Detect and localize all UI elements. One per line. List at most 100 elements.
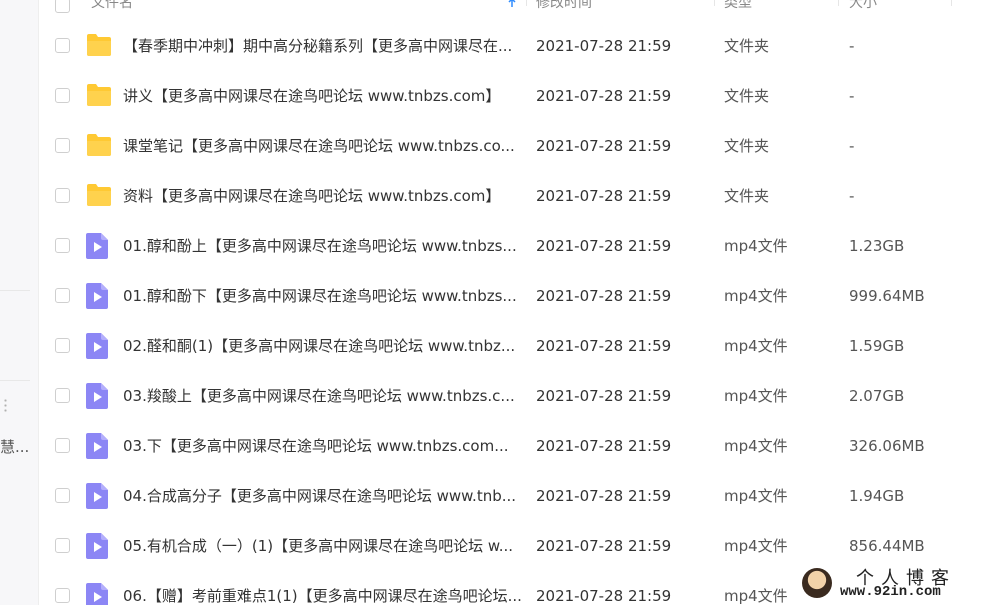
file-list: 文件名 修改时间 类型 大小 【春季期中冲刺】期中高分秘籍系列【更多高中网课尽在… <box>39 0 991 605</box>
folder-icon <box>86 33 111 59</box>
select-all-checkbox[interactable] <box>55 0 70 13</box>
file-size: 1.23GB <box>849 237 905 255</box>
video-file-icon <box>86 583 110 605</box>
sidebar-divider <box>0 290 30 291</box>
list-header: 文件名 修改时间 类型 大小 <box>39 0 991 20</box>
modified-date: 2021-07-28 21:59 <box>536 237 672 255</box>
file-name[interactable]: 课堂笔记【更多高中网课尽在途鸟吧论坛 www.tnbzs.co... <box>123 121 523 171</box>
file-name[interactable]: 01.醇和酚下【更多高中网课尽在途鸟吧论坛 www.tnbzs... <box>123 271 523 321</box>
video-file-icon <box>86 233 110 259</box>
video-file-icon <box>86 483 110 509</box>
table-row[interactable]: 04.合成高分子【更多高中网课尽在途鸟吧论坛 www.tnb... 2021-07… <box>39 471 991 521</box>
file-name[interactable]: 02.醛和酮(1)【更多高中网课尽在途鸟吧论坛 www.tnbz... <box>123 321 523 371</box>
folder-icon <box>86 183 111 209</box>
file-type: 文件夹 <box>724 187 770 205</box>
watermark-url: www.92in.com <box>840 584 941 600</box>
table-row[interactable]: 03.羧酸上【更多高中网课尽在途鸟吧论坛 www.tnbzs.c... 2021-… <box>39 371 991 421</box>
table-row[interactable]: 01.醇和酚上【更多高中网课尽在途鸟吧论坛 www.tnbzs... 2021-0… <box>39 221 991 271</box>
column-separator <box>526 0 527 6</box>
video-file-icon <box>86 283 110 309</box>
table-row[interactable]: 课堂笔记【更多高中网课尽在途鸟吧论坛 www.tnbzs.co... 2021-0… <box>39 121 991 171</box>
file-size: 1.94GB <box>849 487 905 505</box>
row-checkbox[interactable] <box>55 38 70 53</box>
file-size: - <box>849 137 855 155</box>
sort-arrow-icon[interactable] <box>507 0 517 8</box>
file-name[interactable]: 03.羧酸上【更多高中网课尽在途鸟吧论坛 www.tnbzs.c... <box>123 371 523 421</box>
video-file-icon <box>86 383 110 409</box>
table-row[interactable]: 【春季期中冲刺】期中高分秘籍系列【更多高中网课尽在... 2021-07-28 2… <box>39 21 991 71</box>
avatar <box>802 568 832 598</box>
row-checkbox[interactable] <box>55 588 70 603</box>
file-type: 文件夹 <box>724 37 770 55</box>
row-checkbox[interactable] <box>55 438 70 453</box>
file-type: mp4文件 <box>724 587 788 605</box>
modified-date: 2021-07-28 21:59 <box>536 487 672 505</box>
folder-icon <box>86 133 111 159</box>
row-checkbox[interactable] <box>55 88 70 103</box>
modified-date: 2021-07-28 21:59 <box>536 387 672 405</box>
column-header-type[interactable]: 类型 <box>724 0 752 20</box>
sidebar-item-label[interactable]: 慧... <box>0 436 30 457</box>
file-manager-window: 慧... 文件名 修改时间 类型 大小 【春季期中冲刺】期中高分秘籍系列【更多高… <box>0 0 991 605</box>
video-file-icon <box>86 533 110 559</box>
column-separator <box>838 0 839 6</box>
table-row[interactable]: 资料【更多高中网课尽在途鸟吧论坛 www.tnbzs.com】 2021-07-2… <box>39 171 991 221</box>
column-header-modified[interactable]: 修改时间 <box>536 0 592 20</box>
row-checkbox[interactable] <box>55 388 70 403</box>
column-header-name[interactable]: 文件名 <box>91 0 133 20</box>
file-name[interactable]: 01.醇和酚上【更多高中网课尽在途鸟吧论坛 www.tnbzs... <box>123 221 523 271</box>
row-checkbox[interactable] <box>55 288 70 303</box>
file-size: 1.59GB <box>849 337 905 355</box>
table-row[interactable]: 讲义【更多高中网课尽在途鸟吧论坛 www.tnbzs.com】 2021-07-2… <box>39 71 991 121</box>
column-header-size[interactable]: 大小 <box>849 0 877 20</box>
file-size: 2.07GB <box>849 387 905 405</box>
column-separator <box>951 0 952 6</box>
file-type: 文件夹 <box>724 87 770 105</box>
file-type: mp4文件 <box>724 287 788 305</box>
file-type: mp4文件 <box>724 387 788 405</box>
file-type: 文件夹 <box>724 137 770 155</box>
file-size: 999.64MB <box>849 287 925 305</box>
modified-date: 2021-07-28 21:59 <box>536 437 672 455</box>
video-file-icon <box>86 333 110 359</box>
row-checkbox[interactable] <box>55 338 70 353</box>
modified-date: 2021-07-28 21:59 <box>536 587 672 605</box>
file-name[interactable]: 05.有机合成（一）(1)【更多高中网课尽在途鸟吧论坛 w... <box>123 521 523 571</box>
folder-icon <box>86 83 111 109</box>
file-name[interactable]: 讲义【更多高中网课尽在途鸟吧论坛 www.tnbzs.com】 <box>123 71 523 121</box>
row-checkbox[interactable] <box>55 538 70 553</box>
table-row[interactable]: 01.醇和酚下【更多高中网课尽在途鸟吧论坛 www.tnbzs... 2021-0… <box>39 271 991 321</box>
row-checkbox[interactable] <box>55 138 70 153</box>
file-name[interactable]: 资料【更多高中网课尽在途鸟吧论坛 www.tnbzs.com】 <box>123 171 523 221</box>
row-checkbox[interactable] <box>55 238 70 253</box>
file-type: mp4文件 <box>724 537 788 555</box>
table-row[interactable]: 02.醛和酮(1)【更多高中网课尽在途鸟吧论坛 www.tnbz... 2021-… <box>39 321 991 371</box>
file-size: - <box>849 87 855 105</box>
modified-date: 2021-07-28 21:59 <box>536 337 672 355</box>
file-name[interactable]: 【春季期中冲刺】期中高分秘籍系列【更多高中网课尽在... <box>123 21 523 71</box>
file-size: - <box>849 37 855 55</box>
table-row[interactable]: 03.下【更多高中网课尽在途鸟吧论坛 www.tnbzs.com... 2021-… <box>39 421 991 471</box>
file-type: mp4文件 <box>724 437 788 455</box>
file-type: mp4文件 <box>724 337 788 355</box>
row-checkbox[interactable] <box>55 188 70 203</box>
file-type: mp4文件 <box>724 237 788 255</box>
blog-watermark: 个人博客 www.92in.com <box>796 562 991 605</box>
modified-date: 2021-07-28 21:59 <box>536 287 672 305</box>
file-name[interactable]: 04.合成高分子【更多高中网课尽在途鸟吧论坛 www.tnb... <box>123 471 523 521</box>
file-name[interactable]: 06.【赠】考前重难点1(1)【更多高中网课尽在途鸟吧论坛... <box>123 571 523 605</box>
modified-date: 2021-07-28 21:59 <box>536 537 672 555</box>
video-file-icon <box>86 433 110 459</box>
modified-date: 2021-07-28 21:59 <box>536 87 672 105</box>
column-separator <box>714 0 715 6</box>
sidebar: 慧... <box>0 0 39 605</box>
sidebar-resize-handle[interactable] <box>4 398 7 412</box>
row-checkbox[interactable] <box>55 488 70 503</box>
modified-date: 2021-07-28 21:59 <box>536 187 672 205</box>
file-size: - <box>849 187 855 205</box>
file-name[interactable]: 03.下【更多高中网课尽在途鸟吧论坛 www.tnbzs.com... <box>123 421 523 471</box>
modified-date: 2021-07-28 21:59 <box>536 37 672 55</box>
sidebar-divider <box>0 380 30 381</box>
modified-date: 2021-07-28 21:59 <box>536 137 672 155</box>
file-type: mp4文件 <box>724 487 788 505</box>
